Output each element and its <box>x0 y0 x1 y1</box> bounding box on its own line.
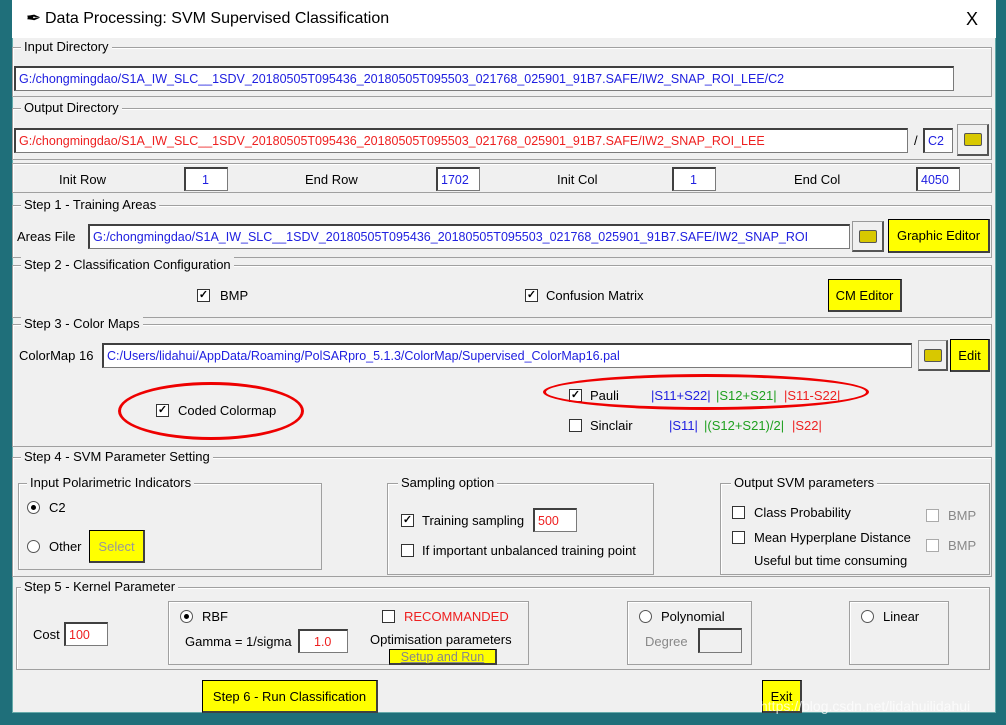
step2-label: Step 2 - Classification Configuration <box>21 257 234 272</box>
indicators-label: Input Polarimetric Indicators <box>27 475 195 490</box>
output-folder-button[interactable] <box>957 124 989 156</box>
colormap-field[interactable]: C:/Users/lidahui/AppData/Roaming/PolSARp… <box>102 343 912 368</box>
mean-hyperplane-bmp-checkbox[interactable] <box>926 539 939 552</box>
gamma-label: Gamma = 1/sigma <box>185 634 292 649</box>
bmp-label: BMP <box>220 288 249 303</box>
colormap-open-button[interactable] <box>918 340 948 371</box>
run-classification-button[interactable]: Step 6 - Run Classification <box>202 680 378 713</box>
class-probability-label: Class Probability <box>754 505 851 520</box>
degree-label: Degree <box>645 634 688 649</box>
linear-label: Linear <box>883 609 920 624</box>
unbalanced-checkbox[interactable] <box>401 544 414 557</box>
init-row-label: Init Row <box>59 172 106 187</box>
graphic-editor-button[interactable]: Graphic Editor <box>888 219 990 253</box>
output-subdir-field[interactable]: C2 <box>923 128 953 153</box>
training-sampling-checkbox[interactable]: ✓ <box>401 514 414 527</box>
sampling-frame: Sampling option <box>387 475 654 575</box>
open-folder-icon <box>923 348 942 362</box>
folder-icon <box>963 133 982 146</box>
polynomial-label: Polynomial <box>661 609 725 624</box>
step3-label: Step 3 - Color Maps <box>21 316 143 331</box>
close-button[interactable]: X <box>966 9 978 30</box>
mean-hyperplane-label: Mean Hyperplane Distance <box>754 530 911 545</box>
watermark: https://blog.csdn.net/lidahuilidahui <box>760 698 971 714</box>
open-folder-icon <box>858 229 877 243</box>
sinclair-red-channel: |S22| <box>792 418 822 433</box>
time-consuming-note: Useful but time consuming <box>754 553 908 568</box>
input-directory-label: Input Directory <box>21 39 112 54</box>
end-col-label: End Col <box>794 172 841 187</box>
training-sampling-label: Training sampling <box>422 513 525 528</box>
other-label: Other <box>49 539 82 554</box>
recommanded-label: RECOMMANDED <box>404 609 509 624</box>
colormap-label: ColorMap 16 <box>19 348 94 363</box>
end-row-label: End Row <box>305 172 358 187</box>
areas-file-field[interactable]: G:/chongmingdao/S1A_IW_SLC__1SDV_2018050… <box>88 224 850 249</box>
bmp-label: BMP <box>948 508 977 523</box>
init-col-field[interactable]: 1 <box>672 167 716 191</box>
path-separator: / <box>914 133 918 148</box>
sinclair-green-channel: |(S12+S21)/2| <box>704 418 785 433</box>
recommanded-checkbox[interactable] <box>382 610 395 623</box>
end-row-field[interactable]: 1702 <box>436 167 480 191</box>
end-col-field[interactable]: 4050 <box>916 167 960 191</box>
linear-radio[interactable] <box>861 610 874 623</box>
input-directory-field[interactable]: G:/chongmingdao/S1A_IW_SLC__1SDV_2018050… <box>14 66 954 91</box>
init-col-label: Init Col <box>557 172 598 187</box>
c2-label: C2 <box>49 500 66 515</box>
confusion-matrix-label: Confusion Matrix <box>546 288 644 303</box>
cm-editor-button[interactable]: CM Editor <box>828 279 902 312</box>
step1-label: Step 1 - Training Areas <box>21 197 160 212</box>
select-button[interactable]: Select <box>89 530 145 563</box>
polynomial-radio[interactable] <box>639 610 652 623</box>
bmp-checkbox[interactable]: ✓ <box>197 289 210 302</box>
optimisation-label: Optimisation parameters <box>370 632 512 647</box>
sinclair-checkbox[interactable] <box>569 419 582 432</box>
cost-field[interactable]: 100 <box>64 622 108 646</box>
title-bar: ✒ Data Processing: SVM Supervised Classi… <box>12 0 996 38</box>
cost-label: Cost <box>33 627 60 642</box>
range-frame <box>12 163 992 193</box>
annotation-ellipse <box>118 382 304 440</box>
unbalanced-label: If important unbalanced training point <box>422 543 636 558</box>
sinclair-label: Sinclair <box>590 418 633 433</box>
degree-field[interactable] <box>698 628 742 653</box>
output-directory-label: Output Directory <box>21 100 122 115</box>
step5-label: Step 5 - Kernel Parameter <box>21 579 179 594</box>
areas-open-button[interactable] <box>852 221 884 252</box>
colormap-edit-button[interactable]: Edit <box>950 339 990 372</box>
init-row-field[interactable]: 1 <box>184 167 228 191</box>
class-probability-checkbox[interactable] <box>732 506 745 519</box>
other-radio[interactable] <box>27 540 40 553</box>
class-probability-bmp-checkbox[interactable] <box>926 509 939 522</box>
bmp-label: BMP <box>948 538 977 553</box>
c2-radio[interactable] <box>27 501 40 514</box>
indicators-frame: Input Polarimetric Indicators <box>18 475 322 570</box>
gamma-field[interactable]: 1.0 <box>298 629 348 653</box>
confusion-matrix-checkbox[interactable]: ✓ <box>525 289 538 302</box>
output-directory-field[interactable]: G:/chongmingdao/S1A_IW_SLC__1SDV_2018050… <box>14 128 908 153</box>
sinclair-blue-channel: |S11| <box>669 418 698 433</box>
window-title: Data Processing: SVM Supervised Classifi… <box>45 10 390 27</box>
output-svm-label: Output SVM parameters <box>731 475 878 490</box>
training-sampling-field[interactable]: 500 <box>533 508 577 532</box>
sampling-label: Sampling option <box>398 475 498 490</box>
setup-and-run-button[interactable]: Setup and Run <box>389 649 497 665</box>
step4-label: Step 4 - SVM Parameter Setting <box>21 449 213 464</box>
rbf-radio[interactable] <box>180 610 193 623</box>
rbf-label: RBF <box>202 609 228 624</box>
feather-icon: ✒ <box>26 8 42 28</box>
annotation-ellipse <box>543 374 869 410</box>
areas-file-label: Areas File <box>17 229 76 244</box>
mean-hyperplane-checkbox[interactable] <box>732 531 745 544</box>
